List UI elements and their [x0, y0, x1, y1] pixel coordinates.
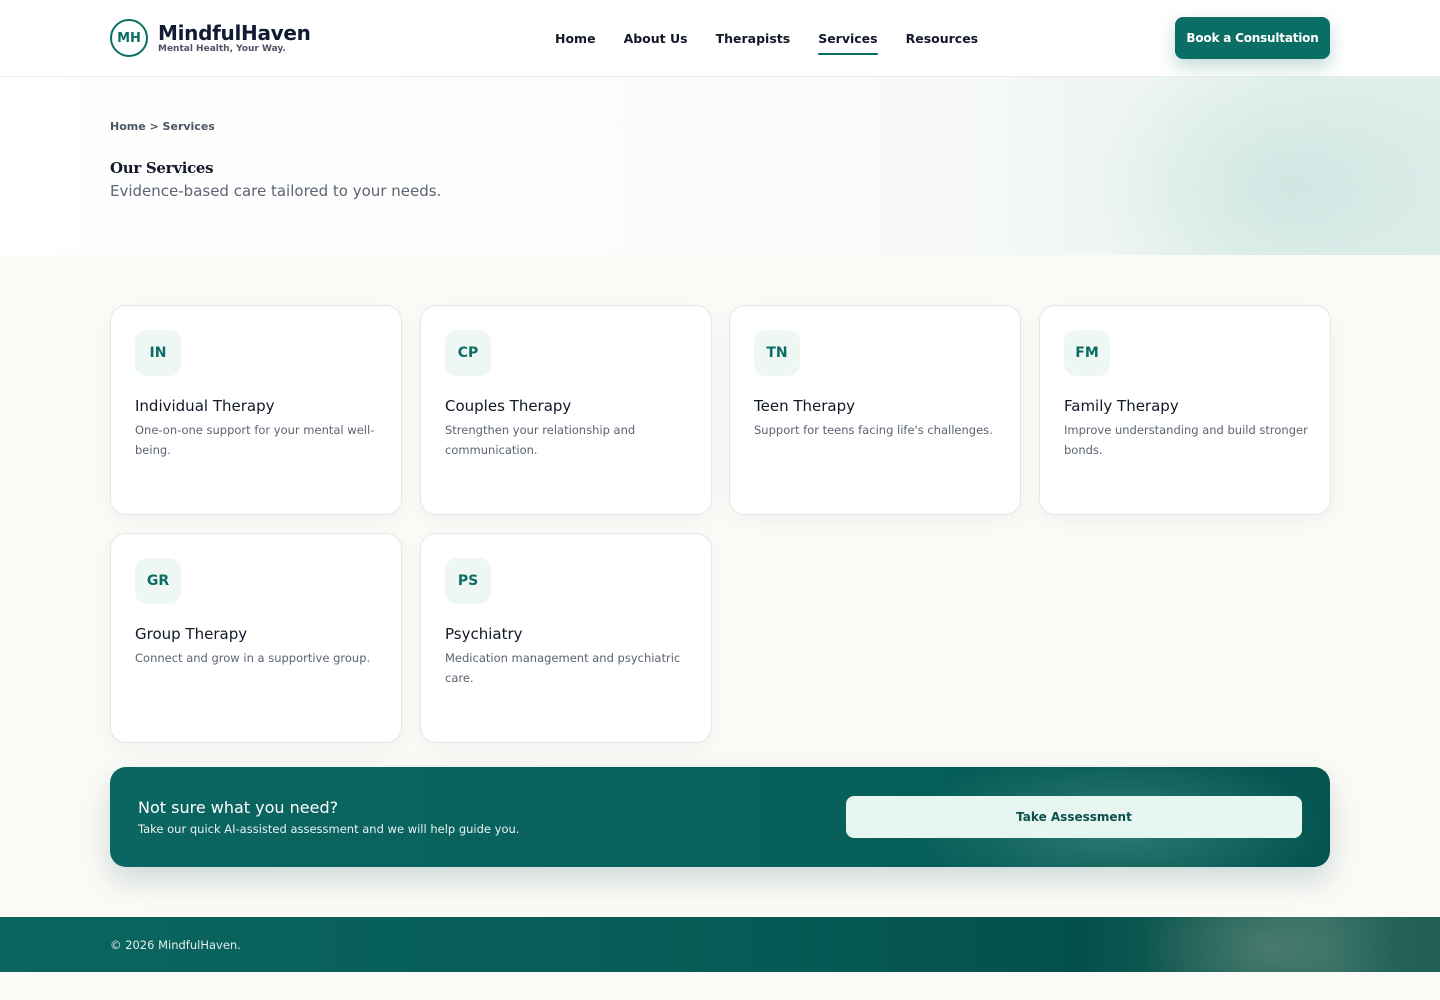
footer-decoration [1140, 917, 1400, 972]
individual-therapy-icon: IN [135, 330, 181, 376]
site-footer: © 2026 MindfulHaven. [0, 917, 1440, 972]
service-card-title: Psychiatry [445, 625, 523, 643]
service-card-family-therapy[interactable]: FM Family Therapy Improve understanding … [1039, 305, 1331, 515]
service-card-title: Family Therapy [1064, 397, 1179, 415]
take-assessment-button[interactable]: Take Assessment [846, 796, 1302, 838]
hero-decoration [1080, 77, 1440, 255]
service-card-description: One-on-one support for your mental well-… [135, 423, 375, 457]
nav-item-services[interactable]: Services [818, 31, 879, 55]
family-therapy-icon: FM [1064, 330, 1110, 376]
page-subtitle: Evidence-based care tailored to your nee… [110, 182, 442, 200]
service-card-couples-therapy[interactable]: CP Couples Therapy Strengthen your relat… [420, 305, 712, 515]
brand-name: MindfulHaven [158, 20, 311, 45]
brand-tagline: Mental Health, Your Way. [158, 43, 286, 54]
service-card-description: Strengthen your relationship and communi… [445, 423, 636, 457]
service-card-title: Couples Therapy [445, 397, 572, 415]
nav-item-resources[interactable]: Resources [906, 31, 979, 55]
brand-logo[interactable]: MH MindfulHaven Mental Health, Your Way. [110, 19, 311, 57]
page-hero: Home > Services Our Services Evidence-ba… [0, 77, 1440, 255]
service-card-title: Teen Therapy [754, 397, 856, 415]
assessment-subtitle: Take our quick AI-assisted assessment an… [138, 822, 520, 836]
logo-badge-icon: MH [110, 19, 148, 57]
group-therapy-icon: GR [135, 558, 181, 604]
assessment-banner: Not sure what you need? Take our quick A… [110, 767, 1330, 867]
breadcrumb[interactable]: Home > Services [110, 120, 215, 133]
service-card-individual-therapy[interactable]: IN Individual Therapy One-on-one support… [110, 305, 402, 515]
teen-therapy-icon: TN [754, 330, 800, 376]
service-card-description: Improve understanding and build stronger… [1064, 423, 1308, 457]
service-card-title: Individual Therapy [135, 397, 275, 415]
service-card-description: Connect and grow in a supportive group. [135, 651, 371, 665]
site-header: MH MindfulHaven Mental Health, Your Way.… [0, 0, 1440, 77]
service-card-description: Support for teens facing life's challeng… [754, 423, 993, 437]
page-title: Our Services [110, 159, 214, 177]
nav-item-about-us[interactable]: About Us [624, 31, 688, 55]
nav-item-home[interactable]: Home [555, 31, 596, 55]
assessment-title: Not sure what you need? [138, 798, 339, 817]
main-nav: Home About Us Therapists Services Resour… [555, 31, 1006, 55]
service-card-group-therapy[interactable]: GR Group Therapy Connect and grow in a s… [110, 533, 402, 743]
service-card-title: Group Therapy [135, 625, 248, 643]
book-consultation-button[interactable]: Book a Consultation [1175, 17, 1330, 59]
psychiatry-icon: PS [445, 558, 491, 604]
brand-text: MindfulHaven Mental Health, Your Way. [158, 22, 311, 55]
nav-item-therapists[interactable]: Therapists [716, 31, 791, 55]
footer-copyright: © 2026 MindfulHaven. [110, 938, 241, 952]
couples-therapy-icon: CP [445, 330, 491, 376]
service-card-psychiatry[interactable]: PS Psychiatry Medication management and … [420, 533, 712, 743]
service-card-teen-therapy[interactable]: TN Teen Therapy Support for teens facing… [729, 305, 1021, 515]
service-card-description: Medication management and psychiatric ca… [445, 651, 681, 685]
